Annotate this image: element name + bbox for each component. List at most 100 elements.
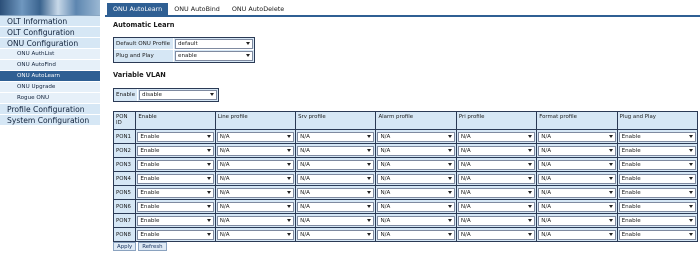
alarm-profile-cell: N/A [375, 185, 457, 200]
default-onu-profile-select[interactable]: default [175, 39, 253, 49]
alarm-profile-select[interactable]: N/A [377, 173, 455, 184]
enable-select[interactable]: Enable [137, 131, 214, 142]
format-profile-select[interactable]: N/A [538, 173, 616, 184]
pri-profile-select[interactable]: N/A [457, 145, 536, 156]
chevron-down-icon [608, 218, 613, 222]
format-profile-select[interactable]: N/A [538, 201, 616, 212]
plug-and-play-select[interactable]: enable [175, 51, 253, 61]
sidebar-item-olt-information[interactable]: OLT Information [0, 16, 100, 27]
alarm-profile-select[interactable]: N/A [377, 229, 455, 240]
line-profile-value: N/A [219, 203, 230, 210]
sidebar-item-rogue-onu[interactable]: Rogue ONU [0, 93, 100, 104]
chevron-down-icon [447, 162, 452, 166]
plug-and-play-select[interactable]: Enable [618, 229, 696, 240]
plug-and-play-cell: Enable [616, 129, 699, 144]
sidebar-item-onu-upgrade[interactable]: ONU Upgrade [0, 82, 100, 93]
plug-and-play-select[interactable]: Enable [618, 145, 696, 156]
enable-select[interactable]: Enable [137, 229, 214, 240]
srv-profile-select[interactable]: N/A [297, 145, 375, 156]
line-profile-select[interactable]: N/A [216, 159, 295, 170]
alarm-profile-cell: N/A [375, 199, 457, 214]
enable-select[interactable]: Enable [137, 201, 214, 212]
pri-profile-select[interactable]: N/A [457, 187, 536, 198]
format-profile-cell: N/A [536, 157, 618, 172]
line-profile-select[interactable]: N/A [216, 201, 295, 212]
apply-button[interactable]: Apply [113, 242, 137, 251]
format-profile-select[interactable]: N/A [538, 187, 616, 198]
tab-onu-autobind[interactable]: ONU AutoBind [168, 3, 226, 15]
sidebar-item-profile-configuration[interactable]: Profile Configuration [0, 104, 100, 115]
alarm-profile-select[interactable]: N/A [377, 159, 455, 170]
variable-vlan-enable-select[interactable]: disable [139, 90, 217, 100]
line-profile-select[interactable]: N/A [216, 229, 295, 240]
chevron-down-icon [246, 54, 250, 57]
enable-select[interactable]: Enable [137, 145, 214, 156]
enable-select[interactable]: Enable [137, 159, 214, 170]
chevron-down-icon [367, 148, 372, 152]
srv-profile-select[interactable]: N/A [297, 229, 375, 240]
tab-bar: ONU AutoLearn ONU AutoBind ONU AutoDelet… [105, 0, 700, 17]
chevron-down-icon [206, 204, 211, 208]
refresh-button[interactable]: Refresh [138, 242, 167, 251]
format-profile-select[interactable]: N/A [538, 159, 616, 170]
enable-cell: Enable [135, 143, 216, 158]
chevron-down-icon [608, 204, 613, 208]
pri-profile-select[interactable]: N/A [457, 201, 536, 212]
plug-and-play-select[interactable]: Enable [618, 201, 696, 212]
format-profile-select[interactable]: N/A [538, 145, 616, 156]
enable-value: Enable [140, 147, 160, 154]
line-profile-value: N/A [219, 231, 230, 238]
alarm-profile-select[interactable]: N/A [377, 201, 455, 212]
srv-profile-select[interactable]: N/A [297, 215, 375, 226]
plug-and-play-select[interactable]: Enable [618, 173, 696, 184]
line-profile-select[interactable]: N/A [216, 145, 295, 156]
line-profile-select[interactable]: N/A [216, 131, 295, 142]
srv-profile-select[interactable]: N/A [297, 201, 375, 212]
plug-and-play-select[interactable]: Enable [618, 215, 696, 226]
pri-profile-select[interactable]: N/A [457, 159, 536, 170]
line-profile-select[interactable]: N/A [216, 173, 295, 184]
plug-and-play-select[interactable]: Enable [618, 187, 696, 198]
alarm-profile-select[interactable]: N/A [377, 187, 455, 198]
chevron-down-icon [528, 162, 533, 166]
srv-profile-select[interactable]: N/A [297, 187, 375, 198]
enable-select[interactable]: Enable [137, 173, 214, 184]
format-profile-value: N/A [541, 175, 552, 182]
tab-onu-autodelete[interactable]: ONU AutoDelete [226, 3, 290, 15]
plug-and-play-select[interactable]: Enable [618, 159, 696, 170]
enable-select[interactable]: Enable [137, 187, 214, 198]
srv-profile-select[interactable]: N/A [297, 173, 375, 184]
pri-profile-value: N/A [460, 217, 471, 224]
table-header-row: PON ID Enable Line profile Srv profile A… [112, 111, 699, 130]
sidebar-item-onu-configuration[interactable]: ONU Configuration [0, 38, 100, 49]
chevron-down-icon [206, 190, 211, 194]
format-profile-select[interactable]: N/A [538, 131, 616, 142]
pri-profile-select[interactable]: N/A [457, 131, 536, 142]
srv-profile-select[interactable]: N/A [297, 159, 375, 170]
line-profile-value: N/A [219, 147, 230, 154]
alarm-profile-select[interactable]: N/A [377, 131, 455, 142]
line-profile-select[interactable]: N/A [216, 187, 295, 198]
enable-select[interactable]: Enable [137, 215, 214, 226]
alarm-profile-select[interactable]: N/A [377, 145, 455, 156]
sidebar-item-onu-authlist[interactable]: ONU AuthList [0, 49, 100, 60]
srv-profile-select[interactable]: N/A [297, 131, 375, 142]
format-profile-select[interactable]: N/A [538, 229, 616, 240]
tab-onu-autolearn[interactable]: ONU AutoLearn [107, 3, 169, 15]
pri-profile-select[interactable]: N/A [457, 173, 536, 184]
pri-profile-select[interactable]: N/A [457, 229, 536, 240]
format-profile-select[interactable]: N/A [538, 215, 616, 226]
sidebar-item-olt-configuration[interactable]: OLT Configuration [0, 27, 100, 38]
alarm-profile-select[interactable]: N/A [377, 215, 455, 226]
plug-and-play-value: Enable [621, 147, 641, 154]
format-profile-value: N/A [541, 231, 552, 238]
line-profile-select[interactable]: N/A [216, 215, 295, 226]
plug-and-play-value: Enable [621, 189, 641, 196]
sidebar-item-system-configuration[interactable]: System Configuration [0, 115, 100, 126]
table-row: PON3 Enable N/A N/A N/A N/A N/A Enable [112, 157, 699, 172]
sidebar-item-onu-autolearn[interactable]: ONU AutoLearn [0, 71, 100, 82]
format-profile-cell: N/A [536, 143, 618, 158]
pri-profile-select[interactable]: N/A [457, 215, 536, 226]
sidebar-item-onu-autofind[interactable]: ONU AutoFind [0, 60, 100, 71]
plug-and-play-select[interactable]: Enable [618, 131, 696, 142]
